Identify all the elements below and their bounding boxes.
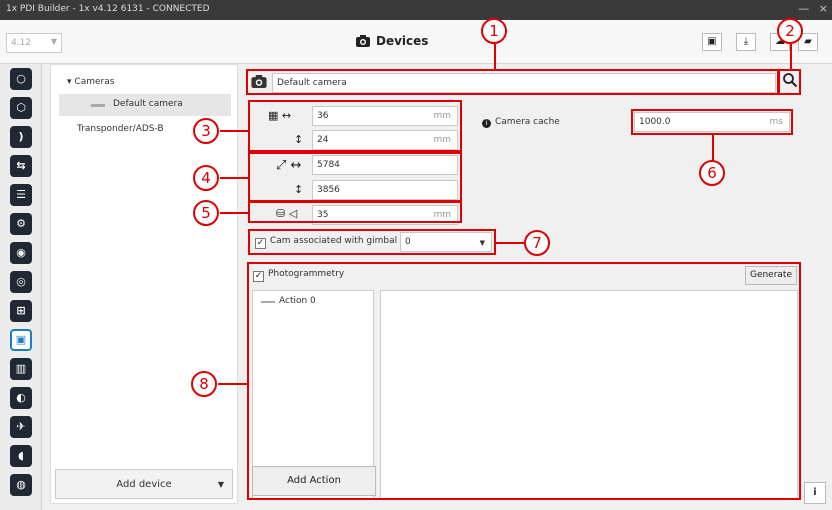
- usb-icon[interactable]: ⇆: [10, 155, 32, 177]
- save-button[interactable]: ▣: [702, 33, 722, 51]
- plane-icon[interactable]: ✈: [10, 416, 32, 438]
- device-config-panel: Default camera ▦ ↔ 36 mm ↕ 24 mm ⤢ ↔ 578…: [242, 64, 832, 510]
- callout-line-7: [496, 242, 524, 244]
- camera-cache-text: Camera cache: [495, 117, 560, 127]
- download-button[interactable]: ⤓: [736, 33, 756, 51]
- globe-icon[interactable]: ◍: [10, 474, 32, 496]
- annotation-box-8: [247, 262, 801, 500]
- annotation-box-6: [631, 109, 793, 135]
- info-button[interactable]: i: [804, 482, 826, 504]
- tree-item-transponder[interactable]: Transponder/ADS-B: [77, 124, 164, 134]
- tree-group-label: Cameras: [74, 77, 115, 87]
- callout-5: 5: [193, 200, 219, 226]
- gamepad-icon[interactable]: ◎: [10, 271, 32, 293]
- callout-line-6: [712, 133, 714, 161]
- callout-2: 2: [777, 18, 803, 44]
- info-icon: i: [813, 487, 817, 498]
- callout-line-3: [220, 130, 250, 132]
- info-icon: i: [482, 119, 491, 128]
- gauge-icon[interactable]: ◐: [10, 387, 32, 409]
- signal-icon[interactable]: ): [10, 126, 32, 148]
- keypad-icon[interactable]: ⊞: [10, 300, 32, 322]
- add-device-label: Add device: [116, 479, 172, 490]
- callout-6: 6: [699, 160, 725, 186]
- callout-8: 8: [191, 371, 217, 397]
- chevron-down-icon: ▼: [217, 480, 224, 489]
- callout-line-5: [220, 212, 250, 214]
- minimize-button[interactable]: —: [798, 2, 809, 15]
- camera-cache-label: i Camera cache: [482, 117, 560, 128]
- toolbar: 4.12 ▼ Devices ▣ ⤓ ☁ ▰: [0, 20, 832, 64]
- page-title-text: Devices: [376, 34, 429, 48]
- caret-down-icon: ▾: [67, 77, 72, 87]
- folder-open-icon: ▰: [804, 36, 812, 47]
- callout-line-1: [494, 44, 496, 71]
- annotation-box-7: [248, 229, 496, 255]
- tree-item-default-camera[interactable]: Default camera: [59, 94, 231, 116]
- page-title: Devices: [356, 34, 428, 50]
- callout-3: 3: [193, 118, 219, 144]
- annotation-box-4: [248, 150, 462, 202]
- callout-line-2: [790, 44, 792, 71]
- chevron-down-icon: ▼: [50, 37, 57, 46]
- callout-4: 4: [193, 165, 219, 191]
- callout-1: 1: [481, 18, 507, 44]
- chart-icon[interactable]: ▥: [10, 358, 32, 380]
- camera-module-icon[interactable]: ▣: [10, 329, 32, 351]
- save-icon: ▣: [707, 36, 717, 47]
- window-title: 1x PDI Builder - 1x v4.12 6131 - CONNECT…: [6, 4, 210, 14]
- power-icon[interactable]: ○: [10, 68, 32, 90]
- add-device-button[interactable]: Add device ▼: [55, 469, 233, 499]
- gears-icon[interactable]: ⚙: [10, 213, 32, 235]
- annotation-box-5: [248, 201, 462, 223]
- version-select[interactable]: 4.12 ▼: [6, 33, 62, 53]
- version-value: 4.12: [11, 38, 32, 48]
- window-controls: — ×: [792, 2, 828, 15]
- module-sidebar: ○ ⬡ ) ⇆ ☰ ⚙ ◉ ◎ ⊞ ▣ ▥ ◐ ✈ ◖ ◍: [0, 64, 42, 510]
- tree-item-label: Default camera: [113, 99, 183, 109]
- annotation-box-3: [248, 100, 462, 154]
- antenna-icon[interactable]: ◉: [10, 242, 32, 264]
- close-button[interactable]: ×: [819, 2, 828, 15]
- annotation-box-2: [777, 69, 801, 95]
- callout-7: 7: [524, 230, 550, 256]
- dash-icon: [91, 104, 105, 107]
- callout-line-4: [220, 177, 250, 179]
- cube-icon[interactable]: ⬡: [10, 97, 32, 119]
- callout-line-8: [218, 383, 248, 385]
- shield-icon[interactable]: ◖: [10, 445, 32, 467]
- window-titlebar: 1x PDI Builder - 1x v4.12 6131 - CONNECT…: [0, 0, 832, 20]
- tree-group-cameras[interactable]: ▾ Cameras: [67, 77, 114, 87]
- sliders-icon[interactable]: ☰: [10, 184, 32, 206]
- annotation-box-1: [246, 69, 780, 95]
- camera-icon: [356, 35, 370, 50]
- download-icon: ⤓: [743, 36, 749, 47]
